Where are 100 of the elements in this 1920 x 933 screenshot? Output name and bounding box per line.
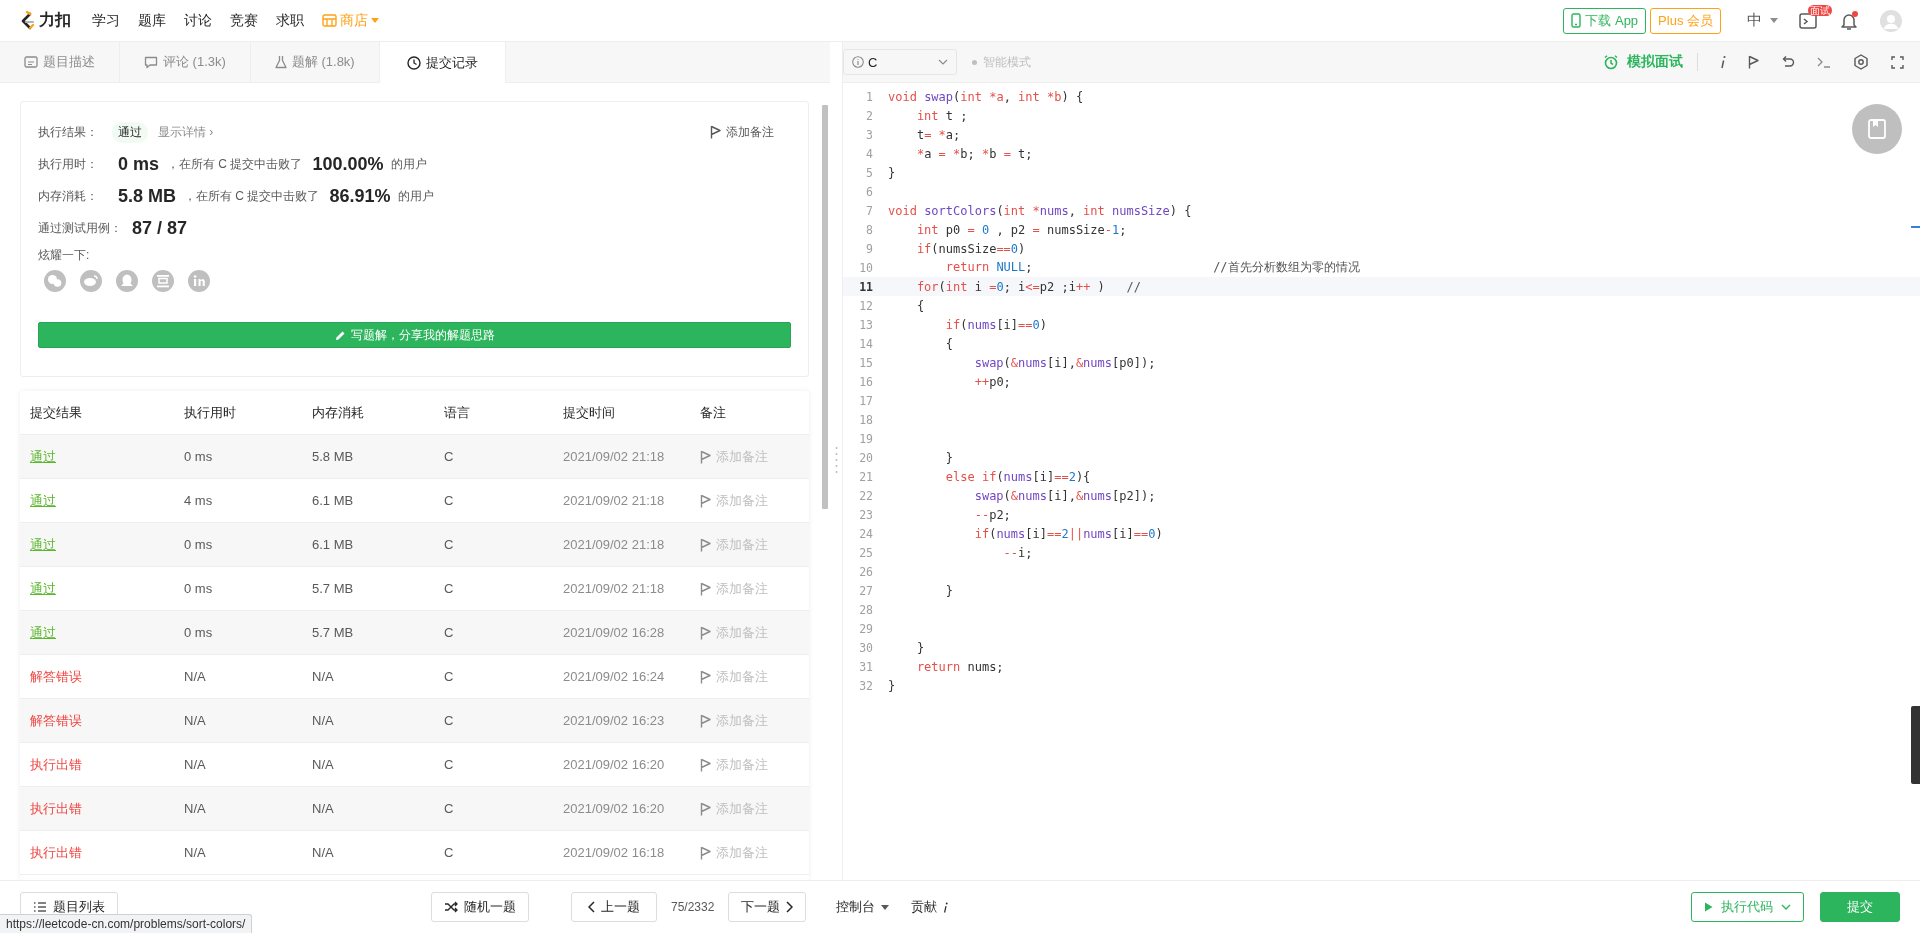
table-cell-text: N/A — [311, 801, 335, 816]
flag-icon — [700, 537, 711, 552]
share-icon — [152, 270, 174, 292]
line-number: 12 — [858, 298, 874, 313]
line-number: 30 — [858, 640, 874, 655]
contribute-link[interactable]: 贡献 — [911, 898, 949, 916]
add-note-button[interactable]: 添加备注 — [710, 123, 774, 141]
status-link[interactable]: 通过 — [30, 624, 56, 640]
code-line: return nums; — [915, 659, 1004, 674]
tab[interactable]: 题目描述 — [0, 42, 120, 82]
line-number: 4 — [865, 146, 874, 161]
details-link[interactable]: 显示详情 › — [158, 123, 214, 141]
code-line: t= *a; — [915, 127, 961, 142]
notes-button[interactable] — [1852, 104, 1902, 154]
line-number: 10 — [858, 260, 874, 275]
plus-member-button[interactable]: Plus 会员 — [1650, 7, 1721, 34]
language-dropdown[interactable]: 中 — [1747, 11, 1778, 30]
line-number: 5 — [865, 165, 874, 180]
line-number: 2 — [865, 108, 874, 123]
column-header: 提交时间 — [562, 403, 616, 422]
table-cell-text: 6.1 MB — [311, 537, 355, 552]
field-label: 通过测试用例： — [38, 219, 122, 237]
shuffle-icon — [444, 901, 458, 913]
store-icon — [322, 14, 337, 27]
nav-link[interactable]: 讨论 — [175, 11, 221, 30]
nav-link[interactable]: 题库 — [129, 11, 175, 30]
code-line: if(nums[i]==0) — [944, 317, 1047, 332]
terminal-icon — [1817, 56, 1831, 68]
flag-icon — [1748, 55, 1759, 69]
nav-link[interactable]: 学习 — [83, 11, 129, 30]
tab[interactable]: 题解 (1.8k) — [250, 42, 380, 82]
add-note-button[interactable]: 添加备注 — [700, 579, 809, 598]
table-cell-text: 0 ms — [183, 581, 214, 596]
table-cell-text: 2021/09/02 21:18 — [562, 449, 666, 464]
status-link[interactable]: 通过 — [30, 536, 56, 552]
line-number: 1 — [865, 89, 874, 104]
status-link[interactable]: 通过 — [30, 580, 56, 596]
clock-icon — [406, 55, 421, 70]
store-menu[interactable]: 商店 — [313, 11, 388, 30]
percent-value: 86.91% — [329, 185, 391, 207]
side-panel-handle[interactable] — [1911, 706, 1920, 784]
nav-link[interactable]: 求职 — [267, 11, 313, 30]
add-note-button[interactable]: 添加备注 — [700, 843, 809, 862]
table-cell-text: C — [443, 845, 455, 860]
status-link[interactable]: 解答错误 — [30, 712, 82, 728]
console-toggle[interactable]: 控制台 — [836, 898, 890, 916]
line-number: 29 — [858, 621, 874, 636]
status-link[interactable]: 执行出错 — [30, 756, 82, 772]
scrollbar-thumb[interactable] — [822, 105, 828, 509]
status-link[interactable]: 通过 — [30, 448, 56, 464]
column-header: 内存消耗 — [311, 403, 365, 422]
avatar-icon — [1880, 9, 1902, 32]
previous-button[interactable]: 上一题 — [571, 892, 657, 922]
line-number: 23 — [858, 507, 874, 522]
run-code-button[interactable]: 执行代码 — [1691, 892, 1804, 922]
table-cell-text: C — [443, 449, 455, 464]
table-cell-text: N/A — [183, 713, 207, 728]
language-select[interactable]: C — [843, 49, 957, 75]
code-line: void sortColors(int *nums, int numsSize) { — [888, 203, 1192, 218]
line-number: 8 — [865, 222, 874, 237]
random-problem-button[interactable]: 随机一题 — [431, 892, 529, 922]
submit-button[interactable]: 提交 — [1820, 892, 1900, 922]
line-number: 9 — [865, 241, 874, 256]
flag-icon — [700, 757, 711, 772]
flask-icon — [274, 55, 287, 69]
tab[interactable]: 提交记录 — [379, 42, 506, 83]
play-icon — [1704, 902, 1713, 912]
status-link[interactable]: 解答错误 — [30, 668, 82, 684]
table-cell-text: 2021/09/02 16:20 — [562, 757, 666, 772]
splitter-handle-icon — [834, 446, 838, 476]
line-number: 11 — [858, 279, 874, 294]
status-link[interactable]: 通过 — [30, 492, 56, 508]
tab[interactable]: 评论 (1.3k) — [120, 42, 251, 82]
column-header: 提交结果 — [29, 403, 83, 422]
write-solution-button[interactable]: 写题解，分享我的解题思路 — [38, 322, 791, 348]
line-number: 20 — [858, 450, 874, 465]
nav-link[interactable]: 竞赛 — [221, 11, 267, 30]
table-cell-text: N/A — [183, 801, 207, 816]
line-number: 16 — [858, 374, 874, 389]
settings-icon — [1853, 54, 1869, 70]
table-cell-text: 2021/09/02 16:20 — [562, 801, 666, 816]
mock-interview-button[interactable]: 模拟面试 — [1603, 53, 1698, 71]
comment-icon — [144, 55, 158, 69]
status-link[interactable]: 执行出错 — [30, 800, 82, 816]
line-number: 25 — [858, 545, 874, 560]
add-note-button[interactable]: 添加备注 — [700, 491, 809, 510]
next-button[interactable]: 下一题 — [728, 892, 807, 922]
table-cell-text: N/A — [311, 669, 335, 684]
status-link[interactable]: 执行出错 — [30, 844, 82, 860]
line-number: 22 — [858, 488, 874, 503]
add-note-button[interactable]: 添加备注 — [700, 755, 809, 774]
table-cell-text: N/A — [311, 757, 335, 772]
scroll-marker — [1911, 226, 1920, 228]
column-header: 语言 — [443, 403, 471, 422]
interview-badge: 面试 — [1808, 4, 1832, 16]
download-app-button[interactable]: 下载 App — [1563, 7, 1647, 34]
table-cell-text: 2021/09/02 16:24 — [562, 669, 666, 684]
status-url-tooltip: https://leetcode-cn.com/problems/sort-colors/ — [0, 914, 253, 933]
share-icon — [188, 270, 210, 292]
add-note-button[interactable]: 添加备注 — [700, 667, 809, 686]
